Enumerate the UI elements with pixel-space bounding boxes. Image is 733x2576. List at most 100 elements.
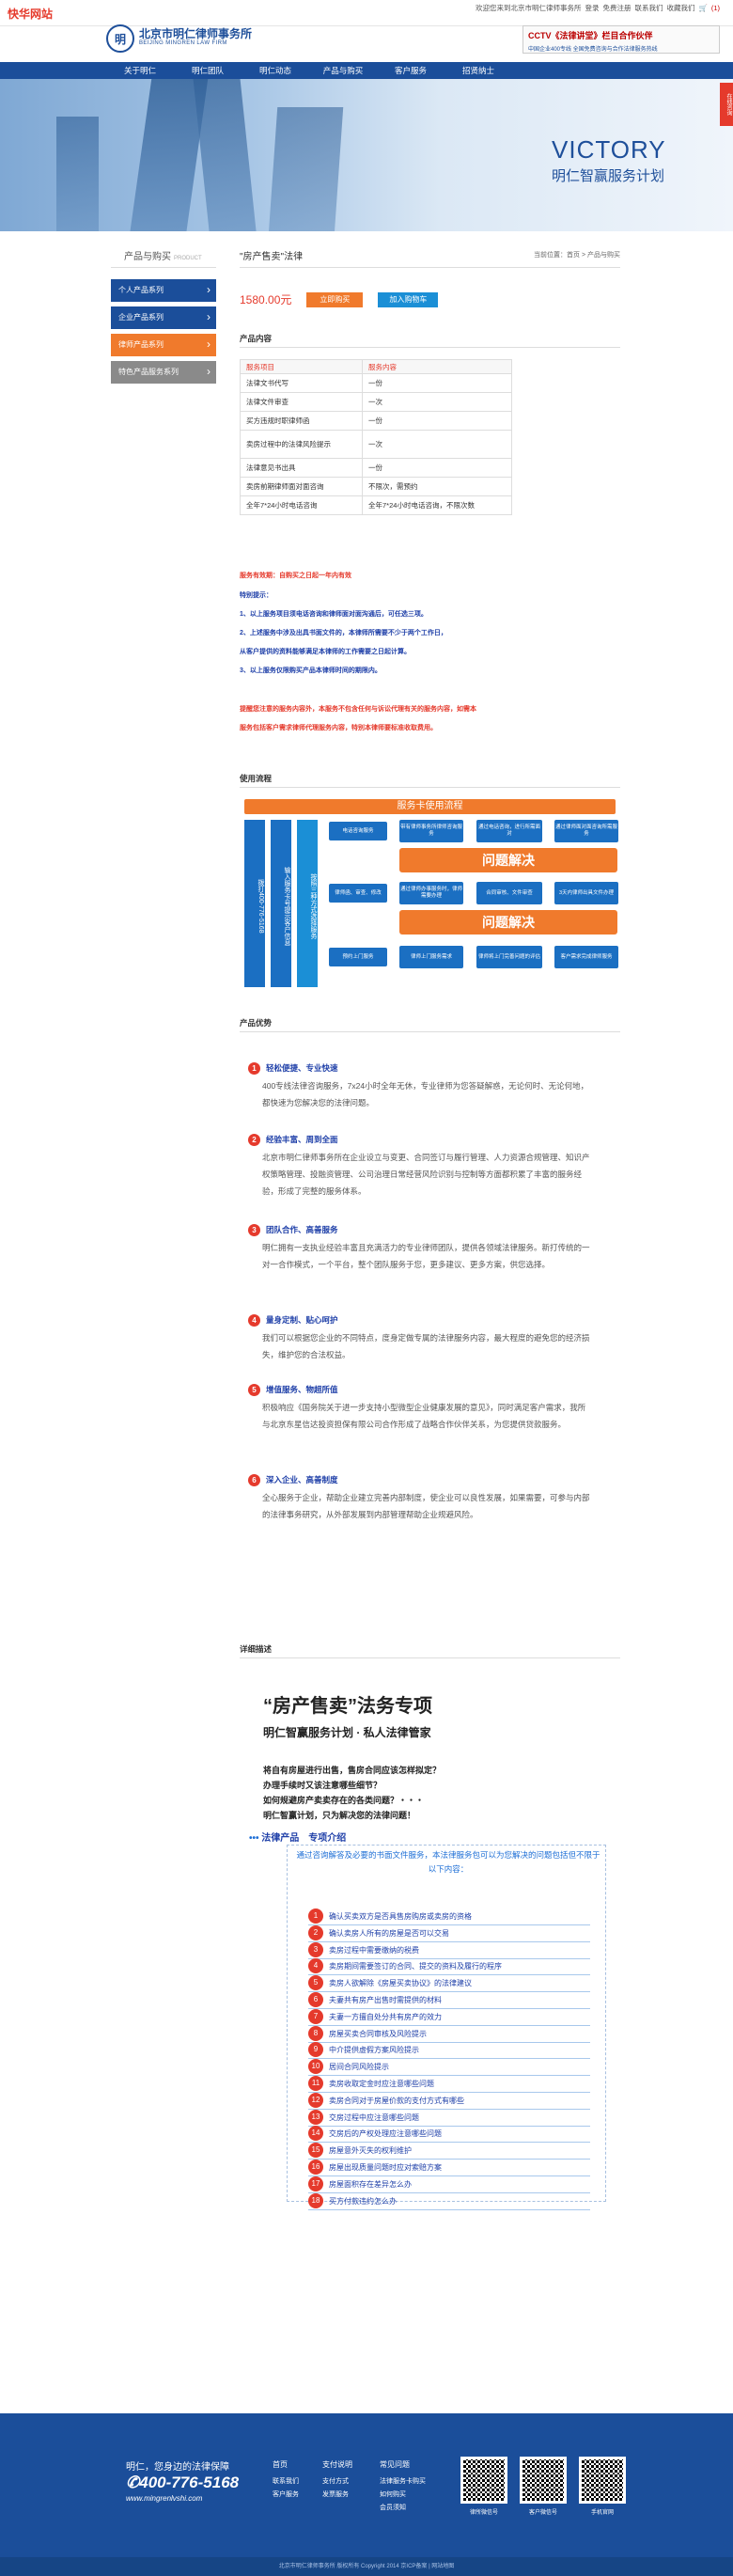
flow-header: 服务卡使用流程 xyxy=(244,799,616,814)
top-bar: 快华网站 欢迎您来到北京市明仁律师事务所 登录 免费注册 联系我们 收藏我们 🛒… xyxy=(0,0,733,26)
buy-now-button[interactable]: 立即购买 xyxy=(306,291,364,307)
footer-link[interactable]: 发票服务 xyxy=(322,2489,352,2502)
flow-verify: 输入服务卡号提示客户信息 xyxy=(271,820,291,987)
nav-team[interactable]: 明仁团队 xyxy=(174,62,242,79)
nav-service[interactable]: 客户服务 xyxy=(377,62,444,79)
footer-col-heading[interactable]: 常见问题 xyxy=(380,2458,426,2472)
sidebar-item-personal[interactable]: 个人产品系列 xyxy=(111,279,216,302)
advantage-body: 积极响应《国务院关于进一步支持小型微型企业健康发展的意见》，同时满足客户需求，我… xyxy=(262,1403,586,1429)
advantage-number: 2 xyxy=(248,1134,260,1146)
section-detail-title: 详细描述 xyxy=(240,1643,620,1658)
advantage-item: 5 增值服务、物超所值 积极响应《国务院关于进一步支持小型微型企业健康发展的意见… xyxy=(248,1384,591,1433)
footer-phone-number: 400-776-5168 xyxy=(139,2474,240,2491)
detail-item: 9 中介提供虚假方案风险提示 xyxy=(308,2042,590,2060)
advantage-item: 2 经验丰富、周到全面 北京市明仁律师事务所在企业设立与变更、合同签订与履行管理… xyxy=(248,1134,591,1200)
section-advantage-title: 产品优势 xyxy=(240,1017,620,1032)
detail-item-text: 房屋面积存在差异怎么办 xyxy=(329,2179,412,2189)
add-to-cart-button[interactable]: 加入购物车 xyxy=(378,291,439,307)
table-cell: 一份 xyxy=(362,411,512,431)
detail-item-number: 8 xyxy=(308,2025,323,2041)
legal-product-title: ••• 法律产品 专项介绍 xyxy=(249,1830,346,1844)
advantage-title: 经验丰富、周到全面 xyxy=(266,1135,338,1144)
detail-item: 17 房屋面积存在差异怎么办 xyxy=(308,2175,590,2193)
site-tag[interactable]: 快华网站 xyxy=(8,6,53,22)
detail-item-number: 1 xyxy=(308,1908,323,1924)
disclaimer-line: 服务包括客户需求律师代理服务内容，特别本律师要标准收取费用。 xyxy=(240,725,437,731)
nav-news[interactable]: 明仁动态 xyxy=(242,62,309,79)
detail-item-number: 5 xyxy=(308,1975,323,1991)
flow-step: 律师函、审查、修改 xyxy=(329,884,387,903)
breadcrumb[interactable]: 当前位置：首页 > 产品与购买 xyxy=(534,250,620,259)
detail-item: 14 交房后的产权处理应注意哪些问题 xyxy=(308,2126,590,2144)
advantage-item: 4 量身定制、贴心呵护 我们可以根据您企业的不同特点，度身定做专属的法律服务内容… xyxy=(248,1314,591,1363)
advantage-number: 4 xyxy=(248,1314,260,1327)
top-links: 欢迎您来到北京市明仁律师事务所 登录 免费注册 联系我们 收藏我们 🛒 (1) xyxy=(476,3,720,13)
section-flow-title: 使用流程 xyxy=(240,773,620,788)
footer-link[interactable]: 如何购买 xyxy=(380,2489,426,2502)
footer-website[interactable]: www.mingrenlvshi.com xyxy=(126,2494,202,2503)
favorite-link[interactable]: 收藏我们 xyxy=(666,3,694,13)
qr-label: 律所微信号 xyxy=(469,2510,498,2516)
sidebar-item-special[interactable]: 特色产品服务系列 xyxy=(111,361,216,384)
nav-jobs[interactable]: 招贤纳士 xyxy=(444,62,512,79)
footer-col-heading[interactable]: 支付说明 xyxy=(322,2458,352,2472)
table-cell: 卖房前期律师面对面咨询 xyxy=(239,477,364,496)
table-cell: 卖房过程中的法律风险提示 xyxy=(239,430,364,459)
logo-name-en: BEIJING MINGREN LAW FIRM xyxy=(139,40,227,46)
detail-item-number: 14 xyxy=(308,2126,323,2142)
advantage-body: 明仁拥有一支执业经验丰富且充满活力的专业律师团队，提供各领域法律服务。新打传统的… xyxy=(262,1243,590,1269)
table-cell: 一次 xyxy=(362,392,512,412)
advantage-body: 全心服务于企业，帮助企业建立完善内部制度，使企业可以良性发展，如果需要，可参与内… xyxy=(262,1493,590,1519)
footer-col-heading[interactable]: 首页 xyxy=(273,2458,299,2472)
detail-item-text: 确认卖房人所有的房屋是否可以交易 xyxy=(329,1928,449,1938)
detail-item-text: 卖房期间需要签订的合同、提交的资料及履行的程序 xyxy=(329,1962,502,1971)
cart-icon[interactable]: 🛒 xyxy=(698,4,707,12)
detail-item: 3 卖房过程中需要缴纳的税费 xyxy=(308,1941,590,1959)
detail-item: 13 交房过程中应注意哪些问题 xyxy=(308,2109,590,2127)
footer-link[interactable]: 客户服务 xyxy=(273,2489,299,2502)
detail-item-text: 房屋出现质量问题时应对索赔方案 xyxy=(329,2163,442,2172)
flow-step: 3天内律师出具文件办理 xyxy=(554,882,618,904)
advantage-title: 团队合作、高善服务 xyxy=(266,1225,338,1234)
detail-item-number: 11 xyxy=(308,2076,323,2091)
main-content: "房产售卖"法律 当前位置：首页 > 产品与购买 1580.00元 立即购买 加… xyxy=(239,248,620,1658)
sidebar-item-enterprise[interactable]: 企业产品系列 xyxy=(111,306,216,329)
detail-item-number: 3 xyxy=(308,1941,323,1957)
flow-step: 电话咨询服务 xyxy=(329,822,387,840)
advantage-title: 深入企业、高善制度 xyxy=(266,1475,338,1484)
sidebar-item-lawyer[interactable]: 律师产品系列 xyxy=(111,334,216,356)
logo-name[interactable]: 北京市明仁律师事务所 xyxy=(139,25,252,41)
detail-item-number: 17 xyxy=(308,2175,323,2191)
table-cell: 法律意见书出具 xyxy=(239,458,364,478)
login-link[interactable]: 登录 xyxy=(585,3,599,13)
building-graphic xyxy=(267,107,344,231)
contact-link[interactable]: 联系我们 xyxy=(634,3,663,13)
table-row: 买方违规时职律师函 一份 xyxy=(239,411,512,431)
footer-link[interactable]: 会员须知 xyxy=(380,2502,426,2515)
detail-item: 15 房屋意外灭失的权利维护 xyxy=(308,2143,590,2160)
table-cell: 不限次，需预约 xyxy=(362,477,512,496)
logo-icon[interactable]: 明 xyxy=(106,24,134,53)
sidebar: 产品与购买PRODUCT 个人产品系列 企业产品系列 律师产品系列 特色产品服务… xyxy=(111,248,216,388)
nav-products[interactable]: 产品与购买 xyxy=(309,62,377,79)
footer-link[interactable]: 法律服务卡购买 xyxy=(380,2475,426,2489)
cart-count[interactable]: (1) xyxy=(711,4,720,12)
table-header: 服务内容 xyxy=(362,359,512,374)
nav-about[interactable]: 关于明仁 xyxy=(106,62,174,79)
detail-item: 7 夫妻一方擅自处分共有房产的效力 xyxy=(308,2008,590,2026)
advantage-body: 北京市明仁律师事务所在企业设立与变更、合同签订与履行管理、人力资源合规管理、知识… xyxy=(262,1153,590,1196)
footer-slogan: 明仁，您身边的法律保障 xyxy=(126,2462,229,2473)
footer-link[interactable]: 联系我们 xyxy=(273,2475,299,2489)
detail-item: 5 卖房人欲解除《房屋买卖协议》的法律建议 xyxy=(308,1975,590,1993)
register-link[interactable]: 免费注册 xyxy=(602,3,631,13)
flow-step: 合同审核、文件审查 xyxy=(476,882,542,904)
table-row: 全年7*24小时电话咨询 全年7*24小时电话咨询，不限次数 xyxy=(239,495,512,515)
online-consult-tab[interactable]: 在线咨询 xyxy=(720,83,733,126)
advantage-item: 6 深入企业、高善制度 全心服务于企业，帮助企业建立完善内部制度，使企业可以良性… xyxy=(248,1474,591,1523)
service-flow-diagram: 服务卡使用流程 拨打400-776-5168 输入服务卡号提示客户信息 按照三种… xyxy=(240,799,620,990)
qr-label: 客户微信号 xyxy=(528,2510,557,2516)
cctv-partner-banner: CCTV《法律讲堂》栏目合作伙伴 中国企业400专线 全国免费咨询与合作法律服务… xyxy=(522,25,720,54)
dots-icon: ••• xyxy=(249,1833,262,1844)
advantage-number: 3 xyxy=(248,1224,260,1236)
footer-link[interactable]: 支付方式 xyxy=(322,2475,352,2489)
